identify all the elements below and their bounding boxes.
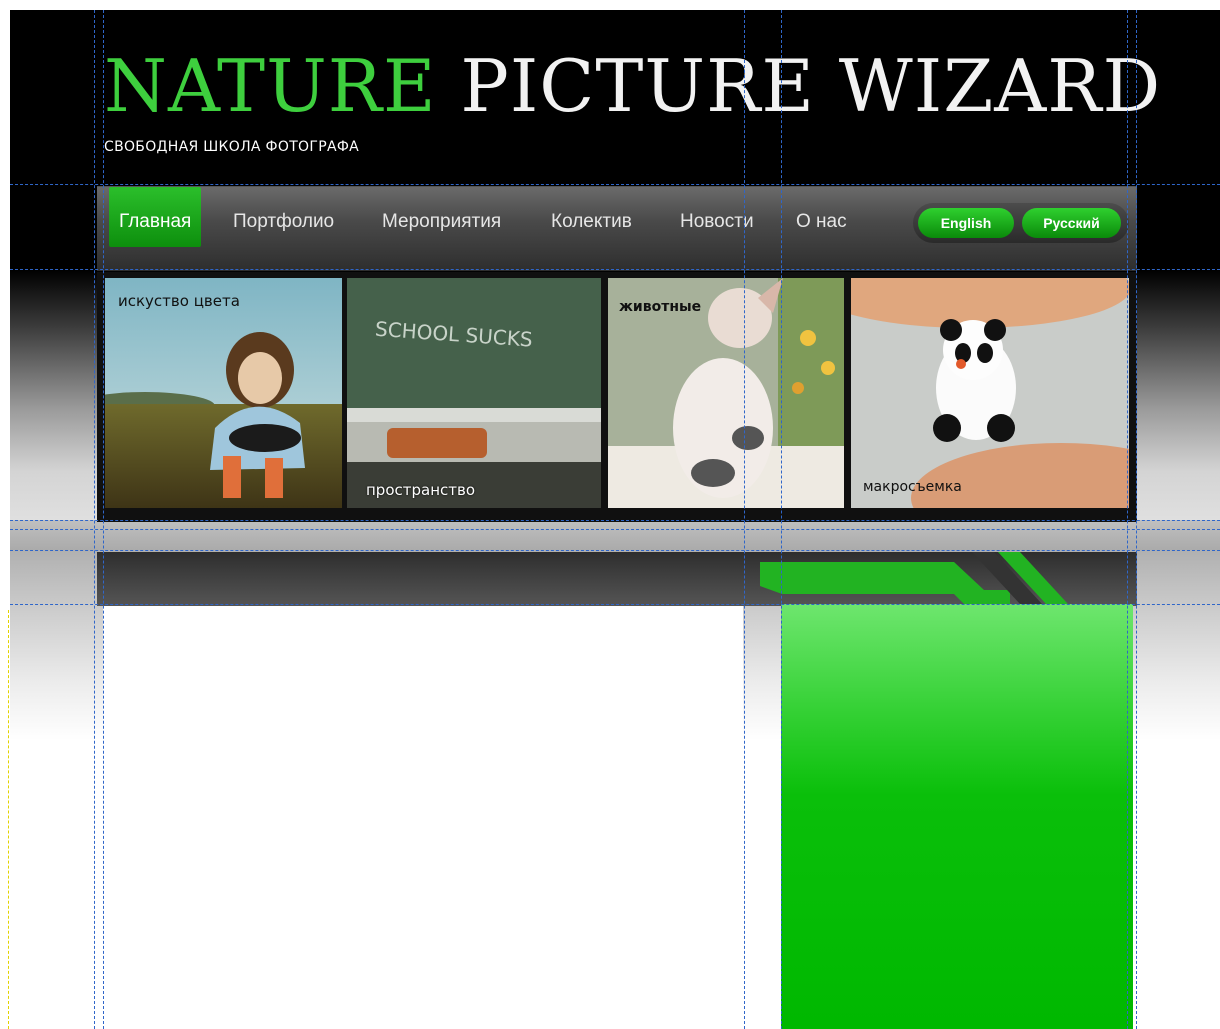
separator-band [10,520,1220,552]
featured-gallery: искуство цвета SCHOOL SUCKS пространство [97,272,1137,522]
layout-guide-line [10,269,1220,270]
gallery-tile-macro[interactable]: макросъемка [851,278,1129,508]
language-english-button[interactable]: English [918,208,1014,238]
language-switcher: English Русский [913,203,1129,243]
layout-guide-line [10,604,1220,605]
nav-item-team[interactable]: Колектив [551,187,632,247]
site-logo[interactable]: NATURE PICTURE WIZARD [104,46,1161,126]
logo-word-nature: NATURE [104,44,437,128]
nav-item-news[interactable]: Новости [680,187,754,247]
gallery-tile-label: искуство цвета [118,292,240,310]
yellow-guide-line [8,610,9,1029]
panda-figurine-photo-icon [851,278,1129,508]
layout-guide-line [10,184,1220,185]
sidebar-panel [781,604,1133,1029]
gallery-tile-color-art[interactable]: искуство цвета [105,278,342,508]
language-russian-button[interactable]: Русский [1022,208,1121,238]
nav-item-about[interactable]: О нас [796,187,847,247]
layout-guide-line [10,520,1220,521]
main-navigation: Главная Портфолио Мероприятия Колектив Н… [97,186,1137,271]
main-content-area [103,606,743,1029]
layout-guide-line [10,550,1220,551]
nav-item-home[interactable]: Главная [109,187,202,247]
logo-word-picture-wizard: PICTURE WIZARD [460,44,1162,128]
gallery-tile-label: макросъемка [863,479,962,495]
gallery-tile-label: животные [619,299,702,315]
nav-item-portfolio[interactable]: Портфолио [233,187,334,247]
gallery-tile-space[interactable]: SCHOOL SUCKS пространство [347,278,601,508]
gallery-tile-animals[interactable]: животные [608,278,844,508]
layout-guide-line [10,529,1220,530]
site-tagline: СВОБОДНАЯ ШКОЛА ФОТОГРАФА [104,139,360,155]
girl-in-field-photo-icon [105,278,342,508]
gallery-tile-label: пространство [366,481,476,499]
chalkboard-photo-icon: SCHOOL SUCKS [347,278,601,508]
nav-item-events[interactable]: Мероприятия [382,187,501,247]
